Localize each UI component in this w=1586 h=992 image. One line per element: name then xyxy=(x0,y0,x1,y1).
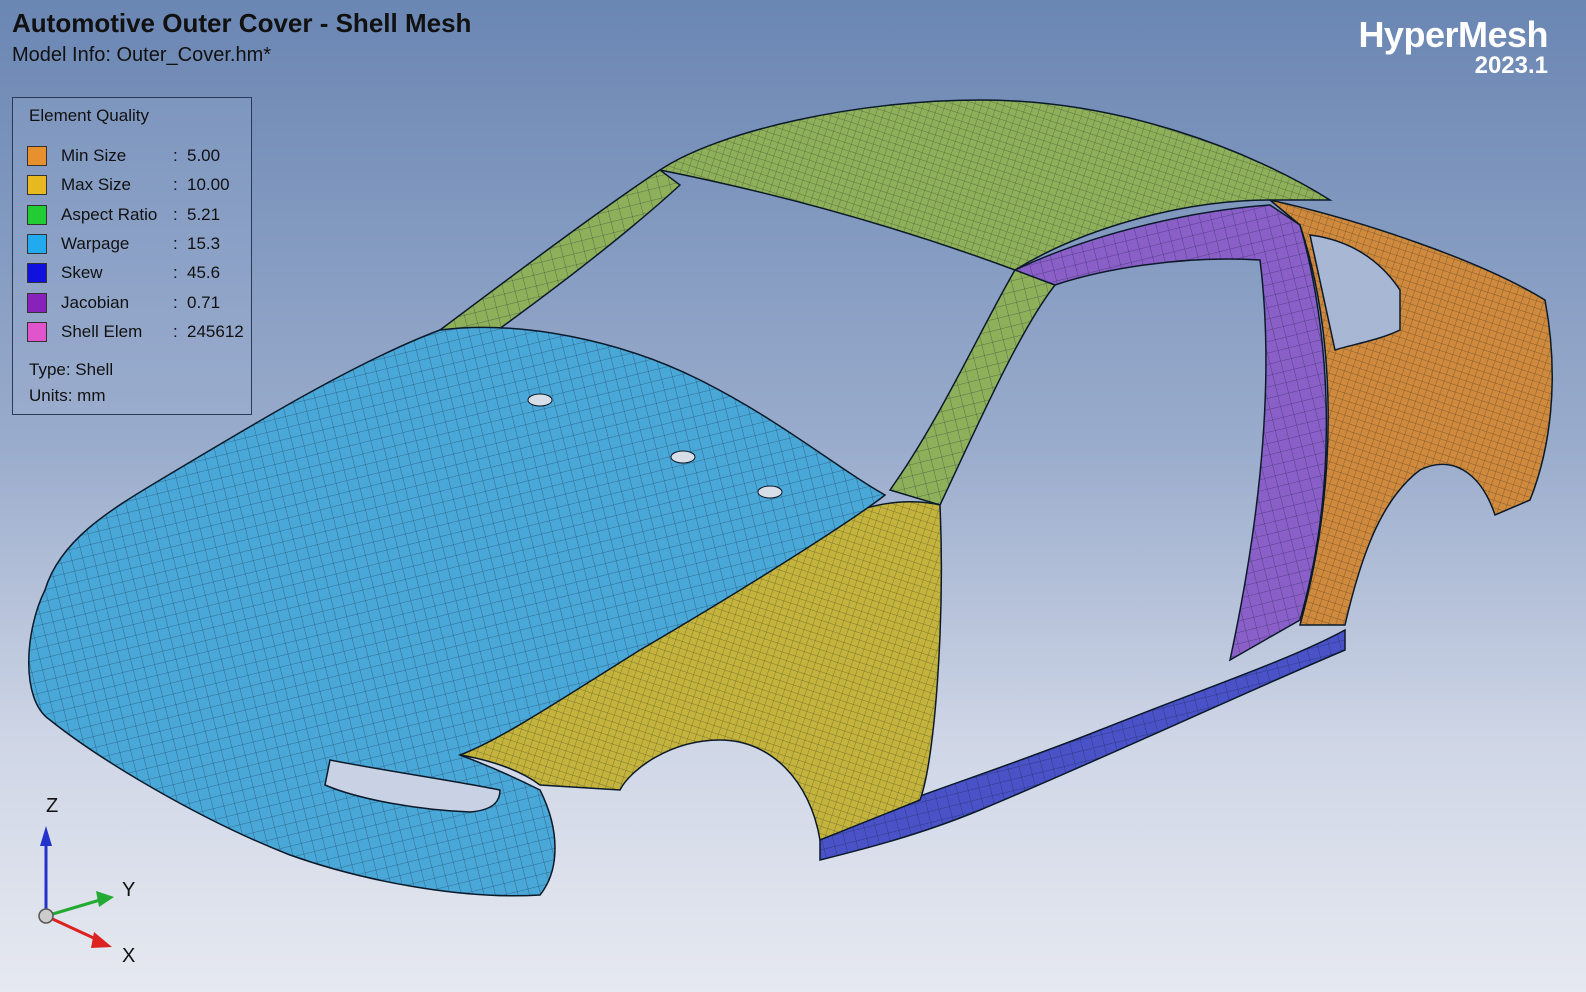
legend-label: Warpage xyxy=(61,233,130,253)
legend-type: Type: Shell xyxy=(29,360,114,379)
legend-label: Min Size xyxy=(61,146,127,165)
legend-swatch xyxy=(27,263,47,284)
legend-swatch xyxy=(27,146,47,166)
legend-label: Jacobian xyxy=(61,292,130,312)
legend-swatch xyxy=(27,204,47,225)
legend-value: 0.71 xyxy=(187,292,221,312)
brand-name: HyperMesh xyxy=(1358,14,1548,55)
legend-row: Max Size:10.00 xyxy=(27,175,251,197)
legend-value: 5.00 xyxy=(187,146,221,165)
element-quality-legend[interactable]: Element Quality Min Size:5.00 Max Size:10… xyxy=(12,97,252,415)
mesh-grid-overlay xyxy=(890,270,1055,505)
legend-colon: : xyxy=(173,263,178,283)
mesh-grid-overlay xyxy=(440,170,680,350)
legend-row: Aspect Ratio:5.21 xyxy=(27,204,251,227)
legend-colon: : xyxy=(173,175,178,195)
model-info: Model Info: Outer_Cover.hm* xyxy=(12,44,272,66)
legend-value: 15.3 xyxy=(187,233,221,253)
cowl-hole xyxy=(670,450,696,464)
axis-label-z: Z xyxy=(46,795,58,817)
legend-swatch xyxy=(27,233,47,254)
legend-units: Units: mm xyxy=(29,386,106,405)
legend-value: 245612 xyxy=(187,321,244,341)
cowl-hole xyxy=(527,393,553,407)
legend-row: Jacobian:0.71 xyxy=(27,292,251,315)
legend-swatch xyxy=(27,175,47,196)
brand-version: 2023.1 xyxy=(1474,52,1548,79)
legend-swatch xyxy=(27,292,47,313)
legend-swatch xyxy=(27,321,47,342)
graphics-viewport[interactable]: Z Y X Automotive Outer Cover - Shell Mes… xyxy=(0,0,1586,992)
legend-value: 10.00 xyxy=(187,175,230,195)
legend-label: Max Size xyxy=(61,175,131,195)
legend-row: Warpage:15.3 xyxy=(27,233,251,256)
mesh-grid-overlay xyxy=(1015,205,1327,660)
legend-value: 45.6 xyxy=(187,263,221,283)
brand-logo: HyperMesh 2023.1 xyxy=(1358,14,1548,80)
legend-colon: : xyxy=(173,146,178,165)
legend-label: Aspect Ratio xyxy=(61,204,158,224)
legend-colon: : xyxy=(173,233,178,253)
cowl-hole xyxy=(757,485,783,499)
viewport-title: Automotive Outer Cover - Shell Mesh xyxy=(12,8,472,38)
legend-label: Shell Elem xyxy=(61,321,143,341)
axis-label-y: Y xyxy=(122,879,135,901)
legend-title: Element Quality xyxy=(29,106,149,125)
axis-triad: Z Y X xyxy=(38,795,135,967)
legend-row: Shell Elem:245612 xyxy=(27,321,251,344)
legend-value: 5.21 xyxy=(187,204,221,224)
legend-colon: : xyxy=(173,321,178,341)
legend-label: Skew xyxy=(61,263,103,283)
legend-row: Min Size:5.00 xyxy=(27,146,251,168)
legend-row: Skew:45.6 xyxy=(27,263,251,285)
legend-colon: : xyxy=(173,292,178,312)
axis-label-x: X xyxy=(122,945,135,967)
legend-colon: : xyxy=(173,204,178,224)
